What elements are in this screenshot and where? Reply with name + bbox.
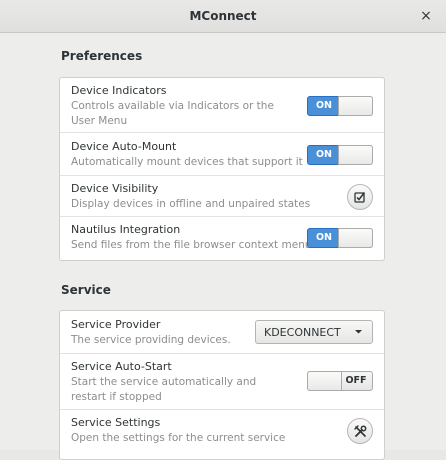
row-subtitle: Open the settings for the current servic… bbox=[71, 432, 286, 444]
device-indicators-switch[interactable]: ON bbox=[307, 96, 373, 116]
separator bbox=[60, 132, 384, 133]
row-service-settings: Service Settings Open the settings for t… bbox=[71, 416, 376, 446]
row-title: Service Auto-Start bbox=[71, 360, 172, 373]
mconnect-window: MConnect × Preferences Device Indicators… bbox=[0, 0, 446, 460]
separator bbox=[60, 175, 384, 176]
device-auto-mount-switch[interactable]: ON bbox=[307, 145, 373, 165]
service-auto-start-switch[interactable]: OFF bbox=[307, 371, 373, 391]
switch-label: ON bbox=[315, 232, 333, 243]
switch-knob bbox=[307, 371, 342, 391]
switch-knob bbox=[338, 96, 373, 116]
separator bbox=[60, 409, 384, 410]
preferences-heading: Preferences bbox=[61, 49, 143, 63]
row-subtitle: Start the service automatically and rest… bbox=[71, 376, 257, 403]
device-visibility-button[interactable] bbox=[347, 184, 373, 210]
checkbox-icon bbox=[354, 192, 366, 203]
row-device-visibility: Device Visibility Display devices in off… bbox=[71, 182, 376, 212]
row-title: Device Visibility bbox=[71, 182, 159, 195]
switch-label: ON bbox=[315, 100, 333, 111]
preferences-card: Device Indicators Controls available via… bbox=[59, 77, 385, 261]
window-title: MConnect bbox=[189, 9, 257, 23]
row-subtitle: Controls available via Indicators or the… bbox=[71, 100, 274, 127]
chevron-down-icon bbox=[355, 330, 362, 334]
service-card: Service Provider The service providing d… bbox=[59, 310, 385, 460]
service-settings-button[interactable] bbox=[347, 418, 373, 444]
row-subtitle: Display devices in offline and unpaired … bbox=[71, 198, 311, 210]
combo-value: KDECONNECT bbox=[264, 326, 341, 339]
service-provider-combo[interactable]: KDECONNECT bbox=[255, 320, 373, 344]
nautilus-integration-switch[interactable]: ON bbox=[307, 228, 373, 248]
row-title: Service Settings bbox=[71, 416, 161, 429]
row-title: Device Indicators bbox=[71, 84, 167, 97]
title-bar: MConnect × bbox=[0, 0, 446, 33]
service-heading: Service bbox=[61, 283, 111, 297]
separator bbox=[60, 353, 384, 354]
switch-knob bbox=[338, 228, 373, 248]
switch-label: OFF bbox=[345, 375, 367, 386]
close-icon[interactable]: × bbox=[416, 6, 436, 26]
switch-label: ON bbox=[315, 149, 333, 160]
switch-knob bbox=[338, 145, 373, 165]
settings-tools-icon bbox=[354, 425, 367, 437]
separator bbox=[60, 216, 384, 217]
